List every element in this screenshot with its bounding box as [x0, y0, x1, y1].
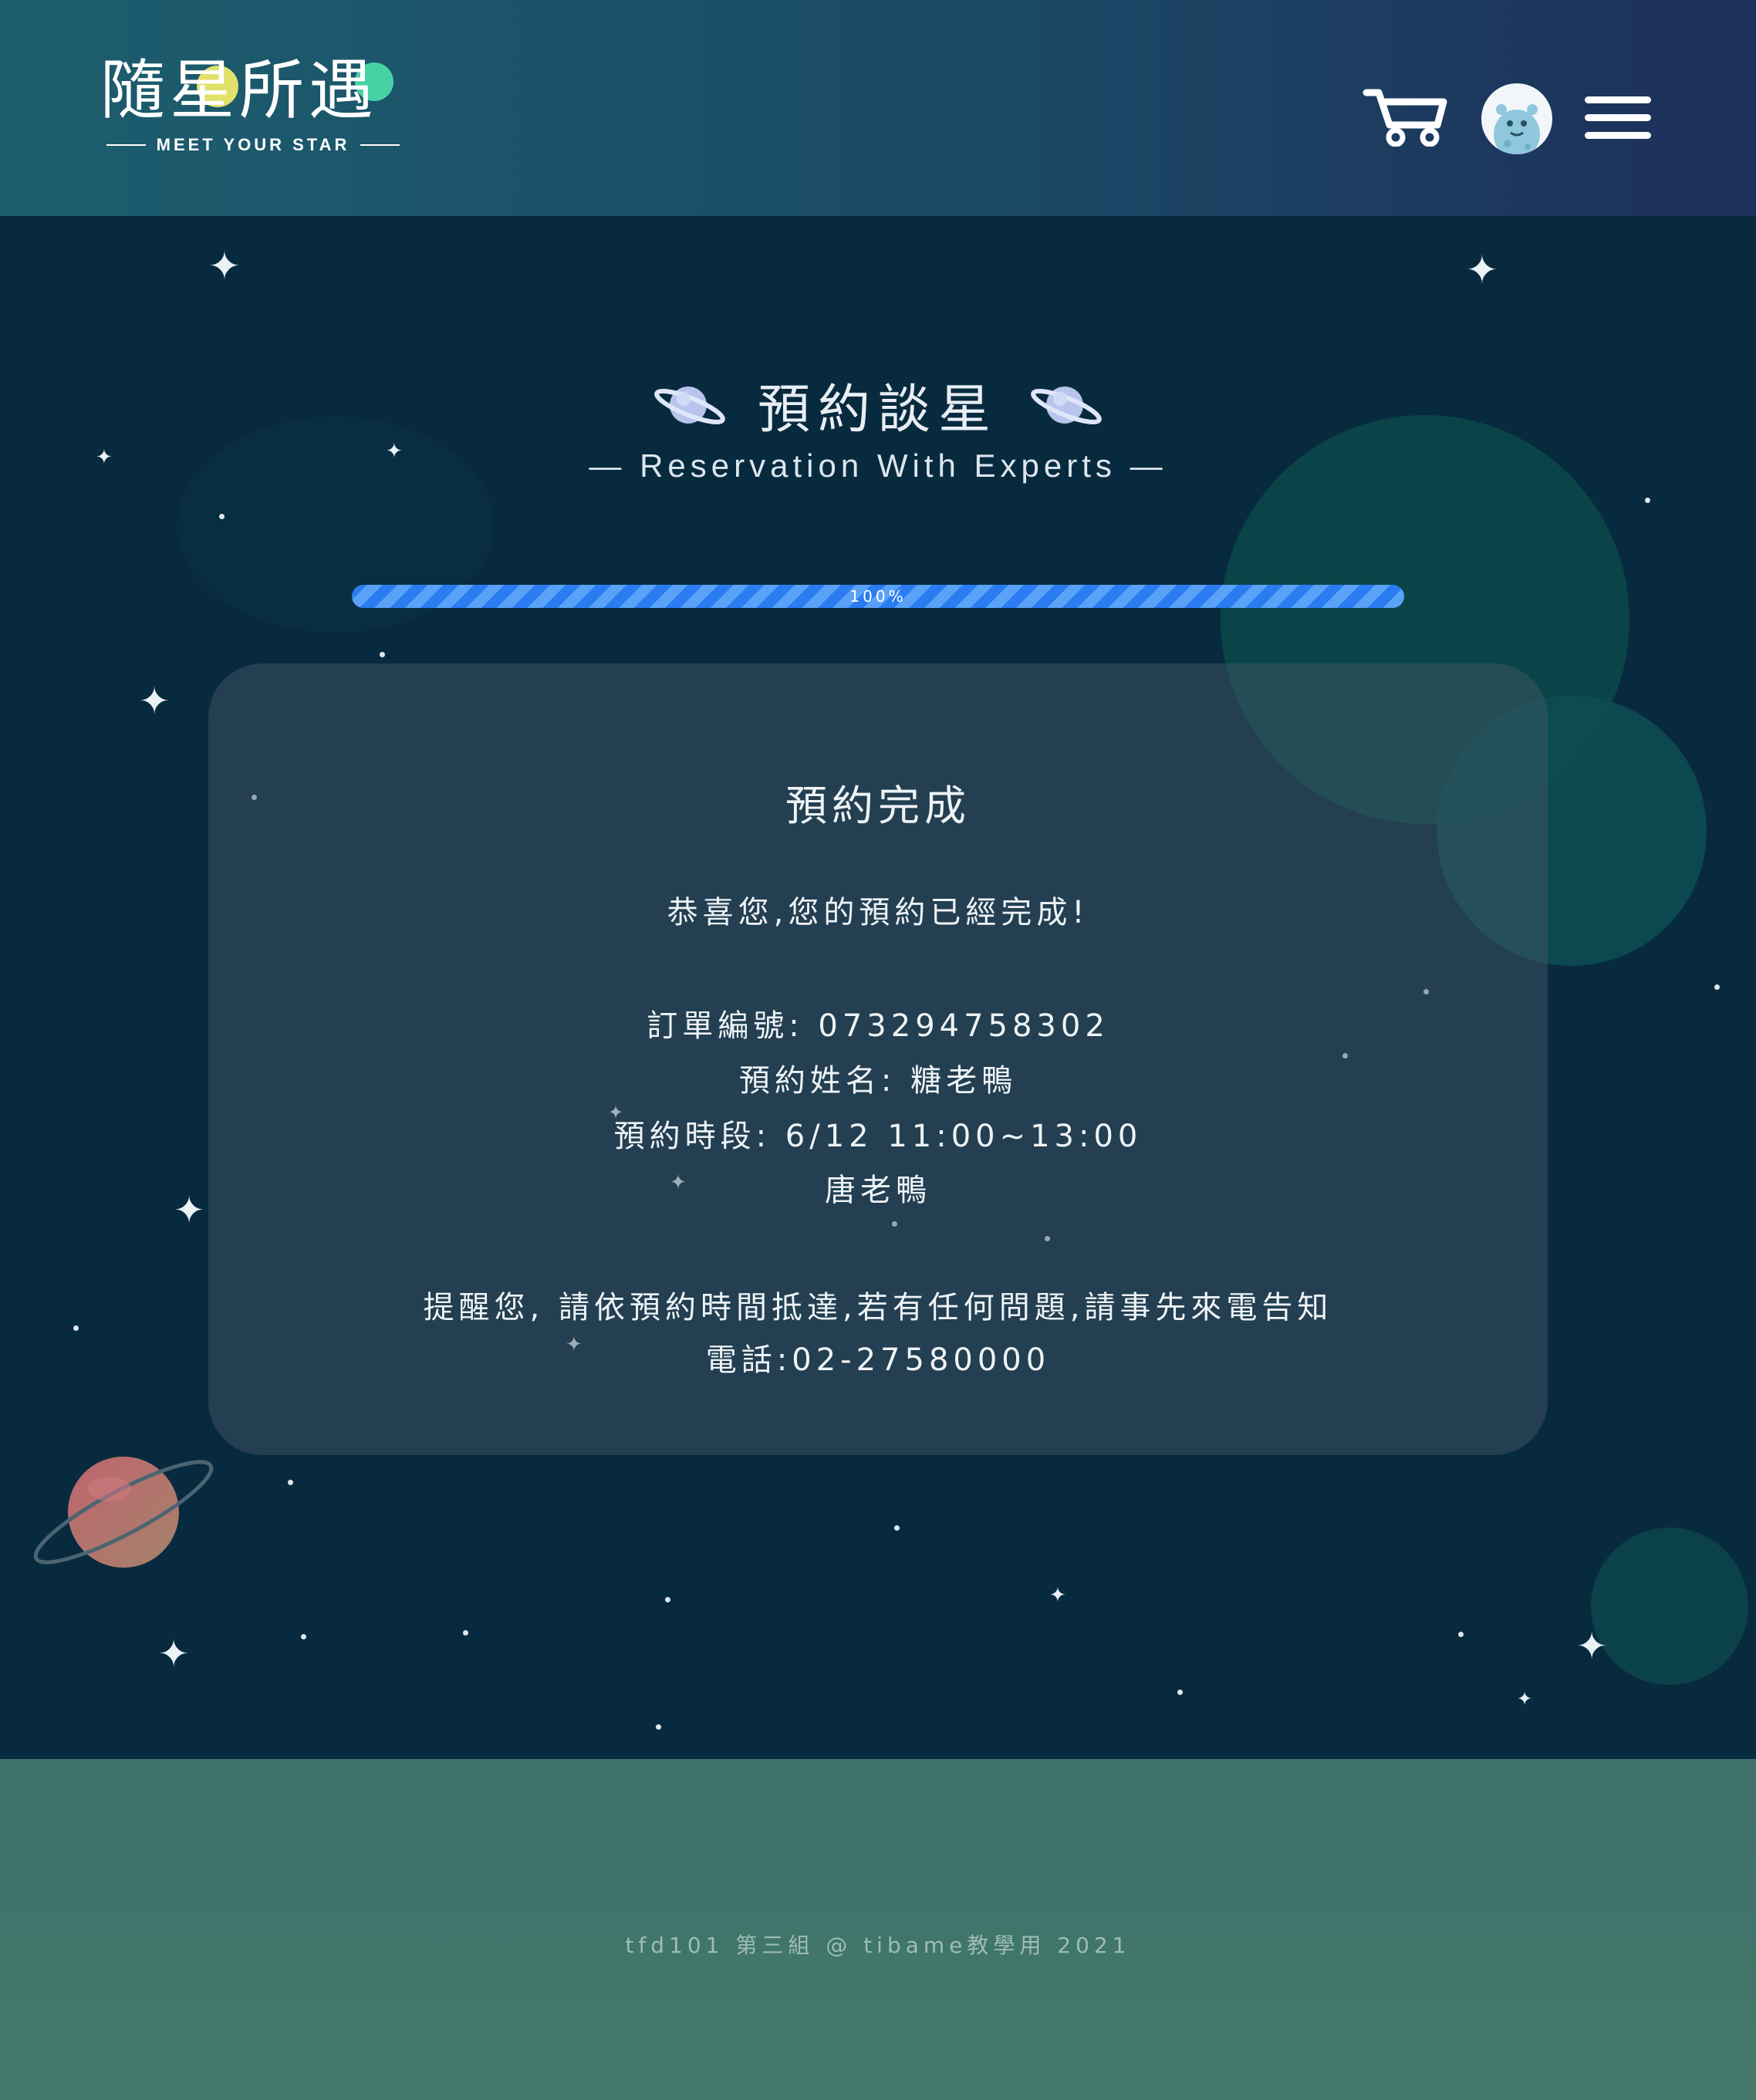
progress-bar: 100% — [352, 585, 1404, 608]
star-dot — [288, 1480, 293, 1485]
site-logo[interactable]: 隨星所遇 MEET YOUR STAR — [100, 58, 409, 158]
logo-title: 隨星所遇 — [100, 52, 379, 128]
star-dot — [463, 1630, 468, 1636]
user-avatar[interactable] — [1481, 83, 1552, 154]
expert-name: 唐老鴨 — [825, 1173, 931, 1208]
menu-bar — [1585, 114, 1651, 121]
star-dot — [73, 1325, 79, 1331]
menu-bar — [1585, 132, 1651, 139]
confirmation-message: 恭喜您,您的預約已經完成! — [667, 895, 1089, 930]
page-subtitle: — Reservation With Experts — — [589, 447, 1167, 484]
reservation-name: 預約姓名: 糖老鴨 — [738, 1063, 1018, 1099]
star-dot — [380, 652, 385, 657]
star-dot — [1177, 1690, 1183, 1695]
deco-circle — [1591, 1528, 1748, 1685]
confirmation-card: 預約完成 恭喜您,您的預約已經完成! 訂單編號: 073294758302 預約… — [208, 663, 1548, 1455]
sparkle-star: ✦ — [139, 680, 171, 723]
star-dot — [1645, 498, 1650, 503]
star-dot — [1714, 984, 1720, 990]
page-title-row: 預約談星 — [0, 366, 1756, 443]
sparkle-star: ✦ — [1466, 248, 1498, 292]
page-title: 預約談星 — [757, 380, 998, 441]
order-number: 訂單編號: 073294758302 — [647, 1008, 1109, 1044]
sparkle-star: ✦ — [174, 1189, 205, 1232]
logo-divider — [360, 144, 400, 146]
hamburger-menu-button[interactable] — [1585, 96, 1651, 140]
sparkle-star: ✦ — [208, 244, 241, 289]
site-header: 隨星所遇 MEET YOUR STAR — [0, 0, 1756, 216]
sparkle-star: ✦ — [1576, 1625, 1608, 1668]
sparkle-star: ✦ — [1517, 1688, 1533, 1710]
cart-icon — [1363, 89, 1447, 147]
sparkle-star: ✦ — [158, 1632, 190, 1676]
star-dot — [301, 1634, 306, 1639]
star-dot — [1458, 1632, 1464, 1637]
footer-copyright: tfd101 第三組 @ tibame教學用 2021 — [625, 1933, 1131, 1958]
star-dot — [894, 1525, 900, 1531]
star-dot — [665, 1597, 670, 1602]
sparkle-star: ✦ — [1049, 1584, 1066, 1607]
progress-label: 100% — [849, 587, 907, 606]
logo-subtitle-row: MEET YOUR STAR — [106, 135, 400, 155]
menu-bar — [1585, 96, 1651, 103]
planet-icon — [1031, 386, 1102, 424]
logo-subtitle: MEET YOUR STAR — [156, 135, 350, 154]
confirmation-heading: 預約完成 — [785, 782, 971, 830]
cart-button[interactable] — [1362, 86, 1448, 147]
phone-number: 電話:02-27580000 — [705, 1342, 1051, 1378]
reminder-text: 提醒您, 請依預約時間抵達,若有任何問題,請事先來電告知 — [423, 1290, 1333, 1325]
monster-avatar-icon — [1494, 104, 1540, 154]
reservation-time: 預約時段: 6/12 11:00~13:00 — [613, 1119, 1143, 1154]
star-dot — [656, 1724, 661, 1730]
logo-divider — [106, 144, 146, 146]
star-dot — [219, 514, 225, 519]
saturn-planet-icon — [33, 1457, 214, 1568]
site-footer: tfd101 第三組 @ tibame教學用 2021 — [0, 1759, 1756, 2100]
planet-icon — [654, 386, 725, 424]
main-content: ✦ ✦ ✦ ✦ ✦ ✦ ✦ ✦ ✦ ✦ ✦ ✦ ✦ 預約談星 — Reserva — [0, 216, 1756, 1759]
